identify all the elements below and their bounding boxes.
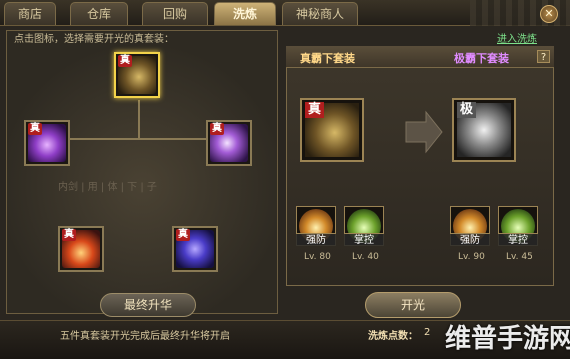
source-set-title: 真霸下套装 <box>300 52 355 65</box>
arrow-right-icon <box>405 110 443 154</box>
armor-slot-5[interactable]: 真 <box>172 226 218 272</box>
true-badge: 真 <box>62 229 76 241</box>
refine-points-value: 2 <box>424 327 431 338</box>
target-set-title: 极霸下套装 <box>454 52 509 65</box>
true-badge: 真 <box>176 229 190 241</box>
tab-buyback[interactable]: 回购 <box>142 2 208 25</box>
upgrade-panel <box>286 46 554 286</box>
skill-label: 强防 <box>450 233 490 246</box>
armor-slot-4[interactable]: 真 <box>58 226 104 272</box>
skill-level: Lv. 80 <box>304 252 331 262</box>
extreme-badge: 极 <box>457 102 477 118</box>
background-text: 内剑 | 用 | 体 | 下 | 子 <box>58 182 157 193</box>
armor-slot-1[interactable]: 真 <box>114 52 160 98</box>
close-icon[interactable]: ✕ <box>540 5 558 23</box>
skill-label: 掌控 <box>344 233 384 246</box>
target-item-slot: 极 <box>452 98 516 162</box>
final-sublimation-button[interactable]: 最终升华 <box>100 293 196 317</box>
tab-mystery-merchant[interactable]: 神秘商人 <box>282 2 358 25</box>
true-badge: 真 <box>305 102 325 118</box>
source-item-slot[interactable]: 真 <box>300 98 364 162</box>
skill-level: Lv. 90 <box>458 252 485 262</box>
connector-line <box>70 138 210 140</box>
skill-level: Lv. 40 <box>352 252 379 262</box>
watermark: 维普手游网 <box>445 324 570 354</box>
open-light-button[interactable]: 开光 <box>365 292 461 318</box>
tab-warehouse[interactable]: 仓库 <box>70 2 128 25</box>
tab-shop[interactable]: 商店 <box>4 2 56 25</box>
enter-refine-link[interactable]: 进入洗炼 <box>497 30 537 45</box>
selection-hint: 点击图标，选择需要开光的真套装： <box>14 34 174 45</box>
true-badge: 真 <box>28 123 42 135</box>
skill-label: 强防 <box>296 233 336 246</box>
footer-message: 五件真套装开光完成后最终升华将开启 <box>60 331 230 342</box>
skill-label: 掌控 <box>498 233 538 246</box>
tab-refine[interactable]: 洗炼 <box>214 2 276 25</box>
connector-line <box>138 100 140 138</box>
help-icon[interactable]: ? <box>537 50 550 63</box>
true-badge: 真 <box>118 55 132 67</box>
true-badge: 真 <box>210 123 224 135</box>
refine-points-label: 洗炼点数： <box>368 331 418 342</box>
armor-slot-2[interactable]: 真 <box>24 120 70 166</box>
skill-level: Lv. 45 <box>506 252 533 262</box>
armor-slot-3[interactable]: 真 <box>206 120 252 166</box>
